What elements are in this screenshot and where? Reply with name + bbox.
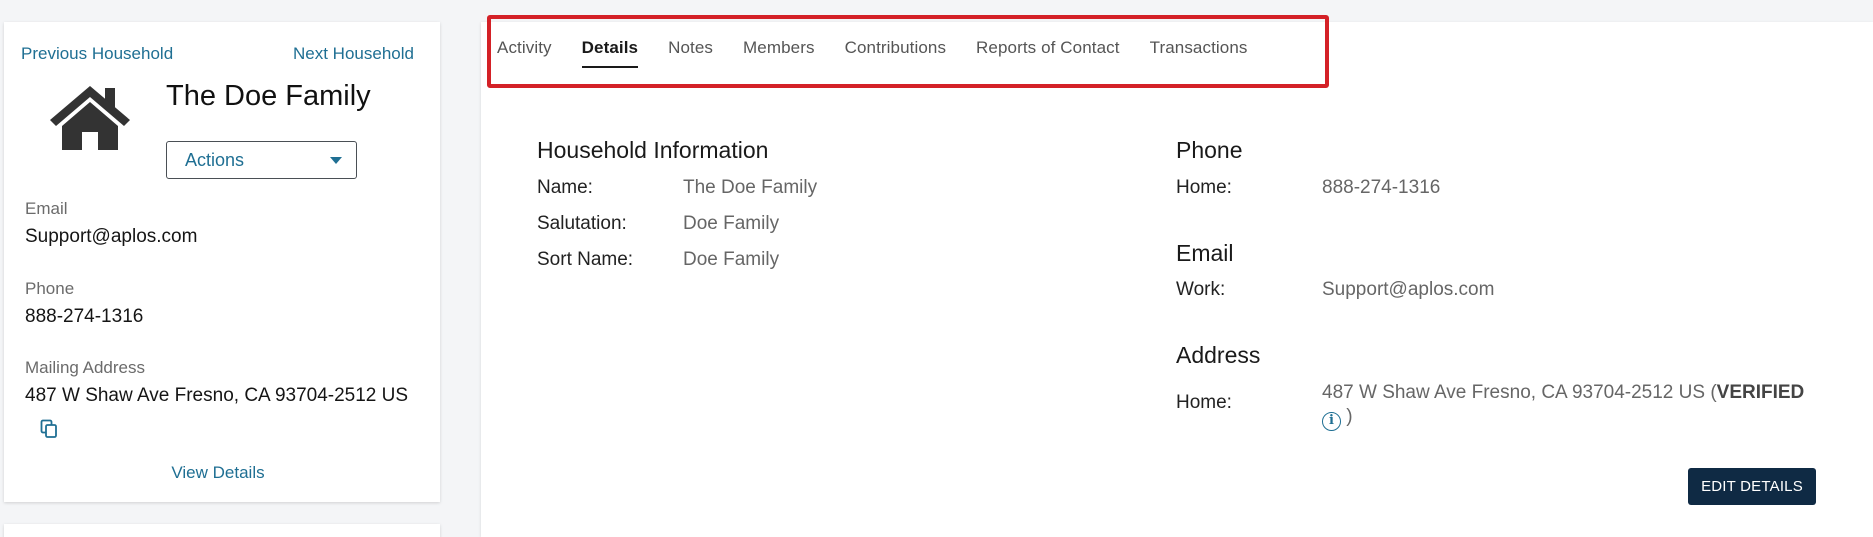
email-work-label: Work:: [1176, 279, 1226, 300]
info-icon[interactable]: i: [1322, 412, 1341, 431]
phone-value: 888-274-1316: [25, 306, 144, 327]
mailing-address-label: Mailing Address: [25, 358, 146, 377]
email-heading: Email: [1176, 240, 1234, 266]
phone-label: Phone: [25, 279, 75, 298]
copy-icon[interactable]: [40, 419, 58, 439]
view-details-link[interactable]: View Details: [0, 463, 436, 483]
phone-home-label: Home:: [1176, 177, 1232, 198]
mailing-address-value: 487 W Shaw Ave Fresno, CA 93704-2512 US: [25, 385, 409, 406]
verified-label: VERIFIED: [1716, 382, 1805, 403]
previous-household-link[interactable]: Previous Household: [21, 44, 173, 64]
household-title: The Doe Family: [166, 80, 371, 112]
salutation-value: Doe Family: [683, 213, 780, 234]
name-value: The Doe Family: [683, 177, 818, 198]
house-icon: [50, 86, 130, 150]
phone-home-value: 888-274-1316: [1322, 177, 1441, 198]
address-home-value: 487 W Shaw Ave Fresno, CA 93704-2512 US …: [1322, 381, 1822, 431]
sort-name-value: Doe Family: [683, 249, 780, 270]
household-information-heading: Household Information: [537, 137, 769, 163]
name-label: Name:: [537, 177, 593, 198]
actions-label: Actions: [185, 149, 245, 170]
secondary-card: [4, 524, 440, 537]
tabs-highlight-box: [487, 15, 1329, 88]
address-heading: Address: [1176, 342, 1261, 368]
edit-details-button[interactable]: EDIT DETAILS: [1688, 468, 1816, 505]
chevron-down-icon: [330, 157, 342, 164]
email-value: Support@aplos.com: [25, 226, 198, 247]
address-home-label: Home:: [1176, 392, 1232, 413]
phone-heading: Phone: [1176, 137, 1243, 163]
address-close-paren: ): [1346, 406, 1353, 427]
salutation-label: Salutation:: [537, 213, 627, 234]
actions-dropdown[interactable]: Actions: [166, 141, 357, 179]
address-text: 487 W Shaw Ave Fresno, CA 93704-2512 US …: [1322, 382, 1717, 403]
email-work-value: Support@aplos.com: [1322, 279, 1495, 300]
email-label: Email: [25, 199, 68, 218]
sort-name-label: Sort Name:: [537, 249, 634, 270]
